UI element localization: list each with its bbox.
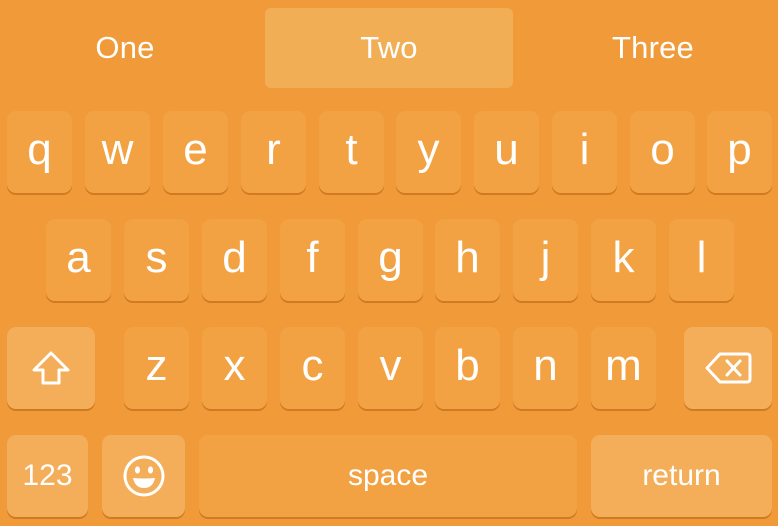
key-f-label: f <box>306 233 319 282</box>
key-b[interactable]: b <box>435 327 500 409</box>
key-a-label: a <box>66 233 91 282</box>
shift-arrow-icon <box>29 348 73 388</box>
key-y-label: y <box>417 125 440 174</box>
numbers-key[interactable]: 123 <box>7 435 88 517</box>
key-c-label: c <box>301 341 324 390</box>
key-l-label: l <box>696 233 707 282</box>
key-r-label: r <box>266 125 281 174</box>
orange-keyboard: One Two Three q w e r t y u i o p a s d … <box>0 0 778 526</box>
key-z-label: z <box>145 341 168 390</box>
key-l[interactable]: l <box>669 219 734 301</box>
key-v-label: v <box>379 341 402 390</box>
key-h-label: h <box>455 233 480 282</box>
key-s-label: s <box>145 233 168 282</box>
smiley-face-icon <box>122 454 166 498</box>
key-x[interactable]: x <box>202 327 267 409</box>
key-k[interactable]: k <box>591 219 656 301</box>
key-r[interactable]: r <box>241 111 306 193</box>
key-a[interactable]: a <box>46 219 111 301</box>
key-f[interactable]: f <box>280 219 345 301</box>
return-key-label: return <box>642 459 721 492</box>
key-p-label: p <box>727 125 752 174</box>
key-b-label: b <box>455 341 480 390</box>
key-q-label: q <box>27 125 52 174</box>
key-n-label: n <box>533 341 558 390</box>
key-s[interactable]: s <box>124 219 189 301</box>
key-j[interactable]: j <box>513 219 578 301</box>
suggestion-one[interactable]: One <box>0 8 250 88</box>
key-t-label: t <box>345 125 358 174</box>
delete-backspace-icon <box>704 350 752 386</box>
suggestion-three[interactable]: Three <box>528 8 778 88</box>
key-n[interactable]: n <box>513 327 578 409</box>
key-z[interactable]: z <box>124 327 189 409</box>
key-q[interactable]: q <box>7 111 72 193</box>
key-j-label: j <box>540 233 551 282</box>
return-key[interactable]: return <box>591 435 772 517</box>
emoji-key[interactable] <box>102 435 185 517</box>
key-x-label: x <box>223 341 246 390</box>
space-key[interactable]: space <box>199 435 577 517</box>
shift-key[interactable] <box>7 327 95 409</box>
suggestion-bar: One Two Three <box>0 0 778 96</box>
key-g-label: g <box>378 233 403 282</box>
key-u[interactable]: u <box>474 111 539 193</box>
space-key-label: space <box>347 459 429 492</box>
key-w[interactable]: w <box>85 111 150 193</box>
key-t[interactable]: t <box>319 111 384 193</box>
key-d-label: d <box>222 233 247 282</box>
key-k-label: k <box>612 233 635 282</box>
suggestion-two[interactable]: Two <box>265 8 513 88</box>
key-o[interactable]: o <box>630 111 695 193</box>
key-m[interactable]: m <box>591 327 656 409</box>
key-e[interactable]: e <box>163 111 228 193</box>
key-o-label: o <box>650 125 675 174</box>
key-i-label: i <box>579 125 590 174</box>
key-i[interactable]: i <box>552 111 617 193</box>
key-u-label: u <box>494 125 519 174</box>
key-c[interactable]: c <box>280 327 345 409</box>
key-w-label: w <box>101 125 134 174</box>
key-p[interactable]: p <box>707 111 772 193</box>
delete-key[interactable] <box>684 327 772 409</box>
key-m-label: m <box>605 341 642 390</box>
key-v[interactable]: v <box>358 327 423 409</box>
key-g[interactable]: g <box>358 219 423 301</box>
key-d[interactable]: d <box>202 219 267 301</box>
key-y[interactable]: y <box>396 111 461 193</box>
key-e-label: e <box>183 125 208 174</box>
numbers-key-label: 123 <box>22 459 73 492</box>
key-h[interactable]: h <box>435 219 500 301</box>
